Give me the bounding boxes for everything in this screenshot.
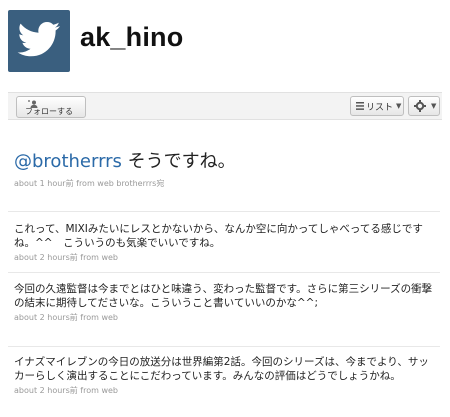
profile-header: ak_hino <box>8 10 442 72</box>
mention-link[interactable]: @brotherrrs <box>14 151 122 172</box>
tweet-text: 今回の久遠監督は今までとはひと味違う、変わった監督です。さらに第三シリーズの衝撃… <box>14 283 433 309</box>
chevron-down-icon: ▼ <box>396 102 402 110</box>
list-icon <box>356 102 364 110</box>
main-tweet: @brotherrrs そうですね。 about 1 hour前 from we… <box>14 152 440 189</box>
main-tweet-text: @brotherrrs そうですね。 <box>14 152 440 172</box>
main-tweet-body: そうですね。 <box>121 151 236 172</box>
follow-button[interactable]: フォローする <box>16 96 86 118</box>
tweet-meta: about 1 hour前 from web brotherrrs宛 <box>14 179 165 188</box>
divider <box>8 346 440 347</box>
gear-icon <box>414 100 426 112</box>
chevron-down-icon: ▼ <box>431 102 437 110</box>
tweet-text: イナズマイレブンの今日の放送分は世界編第2話。今回のシリーズは、今までより、サッ… <box>14 356 429 382</box>
tweet-item: 今回の久遠監督は今までとはひと味違う、変わった監督です。さらに第三シリーズの衝撃… <box>14 282 434 323</box>
settings-button[interactable]: ▼ <box>408 96 440 116</box>
list-button[interactable]: リスト ▼ <box>350 96 404 116</box>
bird-icon <box>17 22 61 57</box>
tweet-meta: about 2 hours前 from web <box>14 386 118 395</box>
tweet-text: これって、MIXIみたいにレスとかないから、なんか空に向かってしゃべってる感じで… <box>14 223 423 249</box>
divider <box>8 211 440 212</box>
avatar[interactable] <box>8 10 70 72</box>
action-bar: フォローする リスト ▼ ▼ <box>8 92 442 120</box>
tweet-meta: about 2 hours前 from web <box>14 313 118 322</box>
username: ak_hino <box>80 22 184 52</box>
follow-label: フォローする <box>25 107 73 116</box>
tweet-item: これって、MIXIみたいにレスとかないから、なんか空に向かってしゃべってる感じで… <box>14 222 434 263</box>
list-label: リスト <box>366 103 394 113</box>
tweet-item: イナズマイレブンの今日の放送分は世界編第2話。今回のシリーズは、今までより、サッ… <box>14 355 434 396</box>
tweet-meta: about 2 hours前 from web <box>14 253 118 262</box>
divider <box>8 272 440 273</box>
